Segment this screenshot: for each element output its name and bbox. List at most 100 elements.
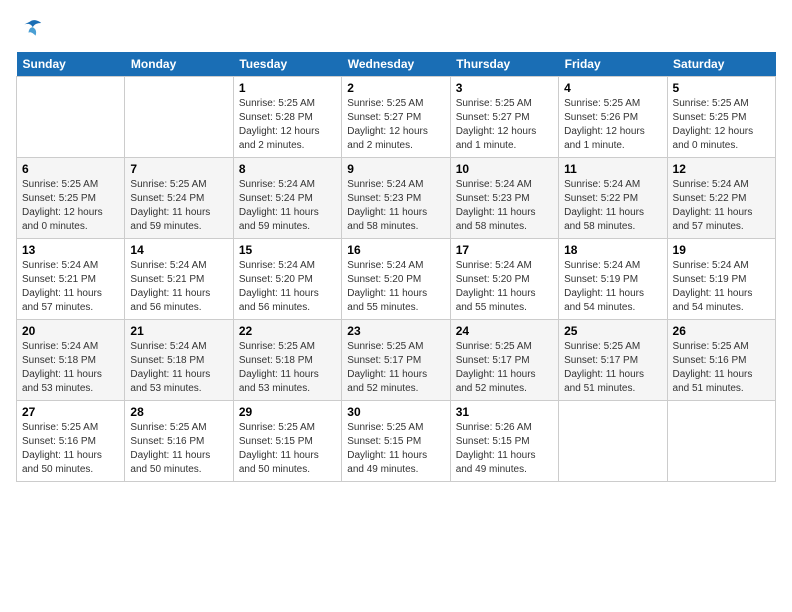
logo xyxy=(16,16,48,44)
day-number: 30 xyxy=(347,405,444,419)
weekday-header: Tuesday xyxy=(233,52,341,77)
calendar-week-row: 6 Sunrise: 5:25 AM Sunset: 5:25 PM Daylig… xyxy=(17,158,776,239)
calendar-cell: 7Sunrise: 5:25 AM Sunset: 5:24 PM Daylig… xyxy=(125,158,233,239)
weekday-header: Wednesday xyxy=(342,52,450,77)
day-number: 13 xyxy=(22,243,119,257)
day-info: Sunrise: 5:24 AM Sunset: 5:23 PM Dayligh… xyxy=(347,178,444,234)
calendar-cell: 8 Sunrise: 5:24 AM Sunset: 5:24 PM Daylig… xyxy=(233,158,341,239)
day-number: 24 xyxy=(456,324,553,338)
day-number: 8 xyxy=(239,162,336,176)
calendar-cell: 21Sunrise: 5:24 AM Sunset: 5:18 PM Dayli… xyxy=(125,320,233,401)
calendar-cell: 31 Sunrise: 5:26 AM Sunset: 5:15 PM Dayli… xyxy=(450,401,558,482)
day-info: Sunrise: 5:25 AM Sunset: 5:17 PM Dayligh… xyxy=(456,340,553,396)
calendar-week-row: 1 Sunrise: 5:25 AM Sunset: 5:28 PM Daylig… xyxy=(17,77,776,158)
calendar-week-row: 27 Sunrise: 5:25 AM Sunset: 5:16 PM Dayli… xyxy=(17,401,776,482)
day-info: Sunrise: 5:25 AM Sunset: 5:26 PM Dayligh… xyxy=(564,97,661,153)
calendar-cell: 22 Sunrise: 5:25 AM Sunset: 5:18 PM Dayli… xyxy=(233,320,341,401)
day-info: Sunrise: 5:25 AM Sunset: 5:16 PM Dayligh… xyxy=(673,340,770,396)
weekday-header: Sunday xyxy=(17,52,125,77)
day-number: 23 xyxy=(347,324,444,338)
weekday-header: Saturday xyxy=(667,52,775,77)
calendar-cell: 10 Sunrise: 5:24 AM Sunset: 5:23 PM Dayli… xyxy=(450,158,558,239)
day-info: Sunrise: 5:24 AM Sunset: 5:23 PM Dayligh… xyxy=(456,178,553,234)
day-number: 6 xyxy=(22,162,119,176)
day-info: Sunrise: 5:24 AM Sunset: 5:22 PM Dayligh… xyxy=(564,178,661,234)
day-info: Sunrise: 5:25 AM Sunset: 5:18 PM Dayligh… xyxy=(239,340,336,396)
calendar-cell: 30 Sunrise: 5:25 AM Sunset: 5:15 PM Dayli… xyxy=(342,401,450,482)
day-number: 20 xyxy=(22,324,119,338)
day-info: Sunrise: 5:24 AM Sunset: 5:20 PM Dayligh… xyxy=(239,259,336,315)
day-number: 17 xyxy=(456,243,553,257)
day-info: Sunrise: 5:24 AM Sunset: 5:20 PM Dayligh… xyxy=(347,259,444,315)
day-info: Sunrise: 5:25 AM Sunset: 5:27 PM Dayligh… xyxy=(456,97,553,153)
calendar-cell xyxy=(125,77,233,158)
day-number: 21 xyxy=(130,324,227,338)
day-number: 16 xyxy=(347,243,444,257)
day-number: 29 xyxy=(239,405,336,419)
day-number: 26 xyxy=(673,324,770,338)
page-header xyxy=(16,16,776,44)
day-info: Sunrise: 5:25 AM Sunset: 5:25 PM Dayligh… xyxy=(673,97,770,153)
day-info: Sunrise: 5:25 AM Sunset: 5:15 PM Dayligh… xyxy=(239,421,336,477)
day-number: 18 xyxy=(564,243,661,257)
calendar-cell: 28 Sunrise: 5:25 AM Sunset: 5:16 PM Dayli… xyxy=(125,401,233,482)
calendar-cell: 13 Sunrise: 5:24 AM Sunset: 5:21 PM Dayli… xyxy=(17,239,125,320)
day-number: 27 xyxy=(22,405,119,419)
calendar-cell: 29 Sunrise: 5:25 AM Sunset: 5:15 PM Dayli… xyxy=(233,401,341,482)
day-number: 28 xyxy=(130,405,227,419)
day-info: Sunrise: 5:25 AM Sunset: 5:15 PM Dayligh… xyxy=(347,421,444,477)
day-number: 3 xyxy=(456,81,553,95)
day-info: Sunrise: 5:25 AM Sunset: 5:28 PM Dayligh… xyxy=(239,97,336,153)
day-number: 31 xyxy=(456,405,553,419)
logo-icon xyxy=(16,16,44,44)
calendar-cell: 3 Sunrise: 5:25 AM Sunset: 5:27 PM Daylig… xyxy=(450,77,558,158)
day-number: 14 xyxy=(130,243,227,257)
day-info: Sunrise: 5:25 AM Sunset: 5:27 PM Dayligh… xyxy=(347,97,444,153)
day-number: 11 xyxy=(564,162,661,176)
calendar-cell: 27Sunrise: 5:25 AM Sunset: 5:16 PM Dayli… xyxy=(17,401,125,482)
calendar-cell: 9Sunrise: 5:24 AM Sunset: 5:23 PM Daylig… xyxy=(342,158,450,239)
calendar-cell xyxy=(667,401,775,482)
calendar-cell: 6 Sunrise: 5:25 AM Sunset: 5:25 PM Daylig… xyxy=(17,158,125,239)
calendar-cell: 23 Sunrise: 5:25 AM Sunset: 5:17 PM Dayli… xyxy=(342,320,450,401)
calendar-cell: 24 Sunrise: 5:25 AM Sunset: 5:17 PM Dayli… xyxy=(450,320,558,401)
day-number: 25 xyxy=(564,324,661,338)
calendar-cell: 18 Sunrise: 5:24 AM Sunset: 5:19 PM Dayli… xyxy=(559,239,667,320)
calendar-cell: 25 Sunrise: 5:25 AM Sunset: 5:17 PM Dayli… xyxy=(559,320,667,401)
day-number: 5 xyxy=(673,81,770,95)
calendar-cell: 26 Sunrise: 5:25 AM Sunset: 5:16 PM Dayli… xyxy=(667,320,775,401)
day-number: 22 xyxy=(239,324,336,338)
day-number: 10 xyxy=(456,162,553,176)
day-number: 2 xyxy=(347,81,444,95)
day-number: 7 xyxy=(130,162,227,176)
weekday-header: Friday xyxy=(559,52,667,77)
calendar-cell: 16 Sunrise: 5:24 AM Sunset: 5:20 PM Dayli… xyxy=(342,239,450,320)
day-info: Sunrise: 5:25 AM Sunset: 5:17 PM Dayligh… xyxy=(564,340,661,396)
calendar-week-row: 20 Sunrise: 5:24 AM Sunset: 5:18 PM Dayli… xyxy=(17,320,776,401)
day-number: 12 xyxy=(673,162,770,176)
day-number: 4 xyxy=(564,81,661,95)
calendar-cell: 15Sunrise: 5:24 AM Sunset: 5:20 PM Dayli… xyxy=(233,239,341,320)
weekday-header: Monday xyxy=(125,52,233,77)
calendar-cell xyxy=(559,401,667,482)
calendar-cell: 11 Sunrise: 5:24 AM Sunset: 5:22 PM Dayli… xyxy=(559,158,667,239)
day-info: Sunrise: 5:24 AM Sunset: 5:24 PM Dayligh… xyxy=(239,178,336,234)
calendar-cell: 2 Sunrise: 5:25 AM Sunset: 5:27 PM Daylig… xyxy=(342,77,450,158)
calendar-cell: 4 Sunrise: 5:25 AM Sunset: 5:26 PM Daylig… xyxy=(559,77,667,158)
day-info: Sunrise: 5:24 AM Sunset: 5:22 PM Dayligh… xyxy=(673,178,770,234)
day-info: Sunrise: 5:26 AM Sunset: 5:15 PM Dayligh… xyxy=(456,421,553,477)
day-info: Sunrise: 5:25 AM Sunset: 5:17 PM Dayligh… xyxy=(347,340,444,396)
day-info: Sunrise: 5:24 AM Sunset: 5:19 PM Dayligh… xyxy=(673,259,770,315)
calendar-week-row: 13 Sunrise: 5:24 AM Sunset: 5:21 PM Dayli… xyxy=(17,239,776,320)
day-info: Sunrise: 5:24 AM Sunset: 5:21 PM Dayligh… xyxy=(22,259,119,315)
calendar-cell: 5 Sunrise: 5:25 AM Sunset: 5:25 PM Daylig… xyxy=(667,77,775,158)
day-info: Sunrise: 5:24 AM Sunset: 5:18 PM Dayligh… xyxy=(22,340,119,396)
calendar-cell: 20 Sunrise: 5:24 AM Sunset: 5:18 PM Dayli… xyxy=(17,320,125,401)
day-info: Sunrise: 5:24 AM Sunset: 5:19 PM Dayligh… xyxy=(564,259,661,315)
day-number: 1 xyxy=(239,81,336,95)
calendar-cell: 1 Sunrise: 5:25 AM Sunset: 5:28 PM Daylig… xyxy=(233,77,341,158)
weekday-header: Thursday xyxy=(450,52,558,77)
day-info: Sunrise: 5:25 AM Sunset: 5:16 PM Dayligh… xyxy=(130,421,227,477)
calendar-cell: 12 Sunrise: 5:24 AM Sunset: 5:22 PM Dayli… xyxy=(667,158,775,239)
day-info: Sunrise: 5:25 AM Sunset: 5:25 PM Dayligh… xyxy=(22,178,119,234)
